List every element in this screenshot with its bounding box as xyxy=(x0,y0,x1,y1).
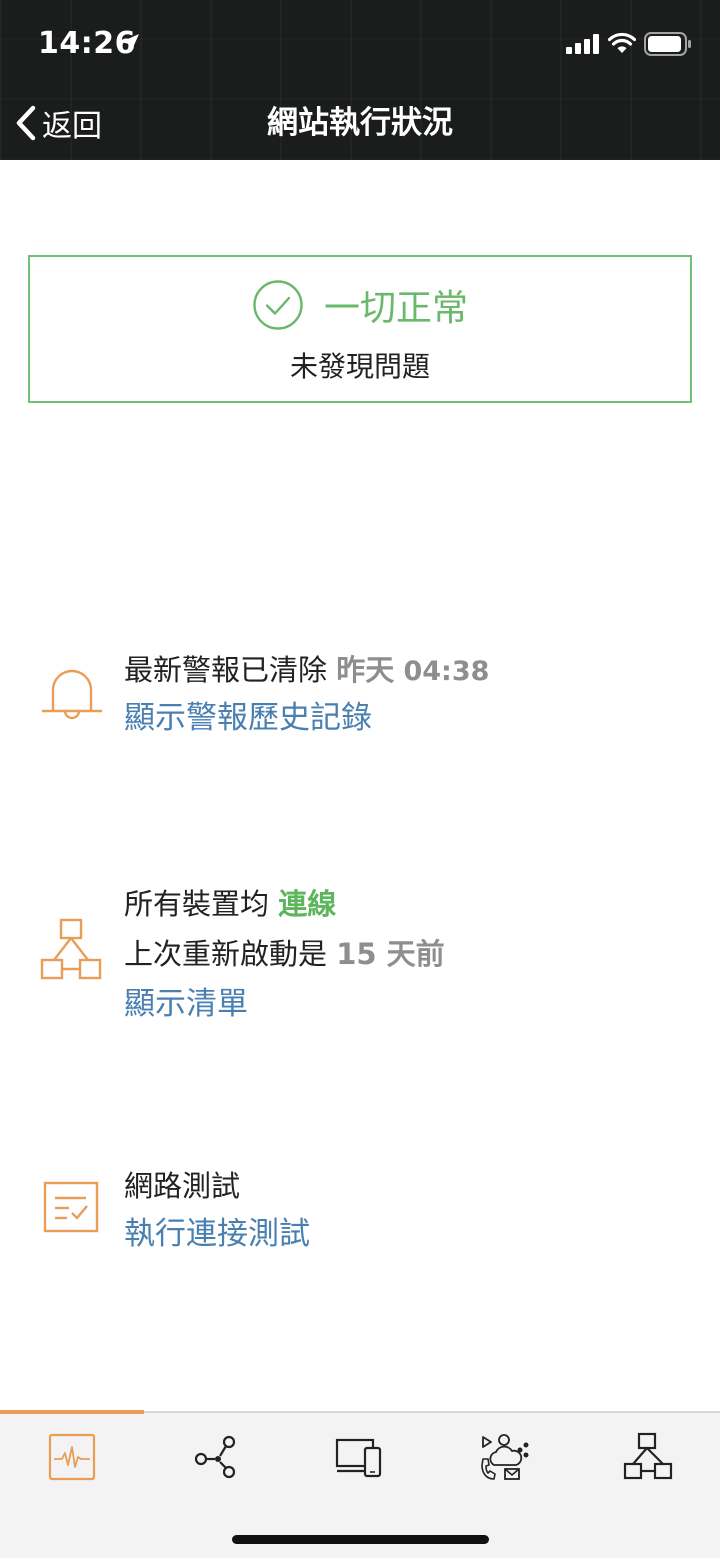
bell-icon xyxy=(42,669,102,720)
status-card: 一切正常 未發現問題 xyxy=(28,255,692,403)
alerts-section: 最新警報已清除 昨天 04:38 顯示警報歷史記錄 xyxy=(0,640,720,760)
top-bar: 14:26 返回 網站執行狀況 xyxy=(0,0,720,160)
devices-icon xyxy=(335,1438,382,1478)
network-test-title: 網路測試 xyxy=(124,1169,241,1203)
tab-services[interactable] xyxy=(432,1427,576,1487)
status-subtitle: 未發現問題 xyxy=(289,350,430,383)
show-alert-history-link[interactable]: 顯示警報歷史記錄 xyxy=(124,698,372,738)
wifi-icon xyxy=(608,32,636,53)
share-nodes-icon xyxy=(194,1435,236,1479)
header-background-pattern xyxy=(0,0,720,160)
alerts-status-text: 最新警報已清除 xyxy=(124,653,328,687)
devices-reboot-prefix: 上次重新啟動是 xyxy=(124,937,328,971)
topology-icon xyxy=(623,1432,673,1480)
services-icon xyxy=(481,1434,529,1480)
devices-status-prefix: 所有裝置均 xyxy=(124,887,270,921)
home-indicator[interactable] xyxy=(232,1535,489,1544)
tab-devices[interactable] xyxy=(288,1427,432,1487)
back-label: 返回 xyxy=(42,109,102,144)
devices-section: 所有裝置均 連線 上次重新啟動是 15 天前 顯示清單 xyxy=(0,870,720,1030)
alerts-time-clock: 04:38 xyxy=(403,656,490,687)
active-tab-indicator xyxy=(0,1410,144,1414)
chevron-left-icon xyxy=(16,105,36,141)
devices-connection-status: 連線 xyxy=(278,887,337,921)
show-device-list-link[interactable]: 顯示清單 xyxy=(124,984,248,1024)
network-test-section: 網路測試 執行連接測試 xyxy=(0,1160,720,1270)
alerts-time-day: 昨天 xyxy=(336,653,395,687)
cellular-signal-icon xyxy=(566,34,599,54)
devices-reboot-line: 上次重新啟動是 15 天前 xyxy=(124,934,445,974)
tab-connections[interactable] xyxy=(144,1427,288,1487)
checklist-icon xyxy=(43,1181,99,1233)
battery-icon xyxy=(644,32,691,56)
alerts-status-line: 最新警報已清除 昨天 04:38 xyxy=(124,650,489,692)
pulse-icon xyxy=(48,1433,96,1481)
check-circle-icon xyxy=(253,280,303,330)
location-arrow-icon xyxy=(121,34,139,52)
status-headline: 一切正常 xyxy=(323,288,468,329)
devices-reboot-value: 15 天前 xyxy=(336,937,445,971)
topology-icon xyxy=(40,918,102,980)
devices-status-line: 所有裝置均 連線 xyxy=(124,884,336,924)
tab-topology[interactable] xyxy=(576,1427,720,1487)
status-headline-row: 一切正常 xyxy=(30,279,690,331)
tab-health[interactable] xyxy=(0,1427,144,1487)
run-connection-test-link[interactable]: 執行連接測試 xyxy=(124,1214,310,1254)
back-button[interactable]: 返回 xyxy=(14,100,102,146)
